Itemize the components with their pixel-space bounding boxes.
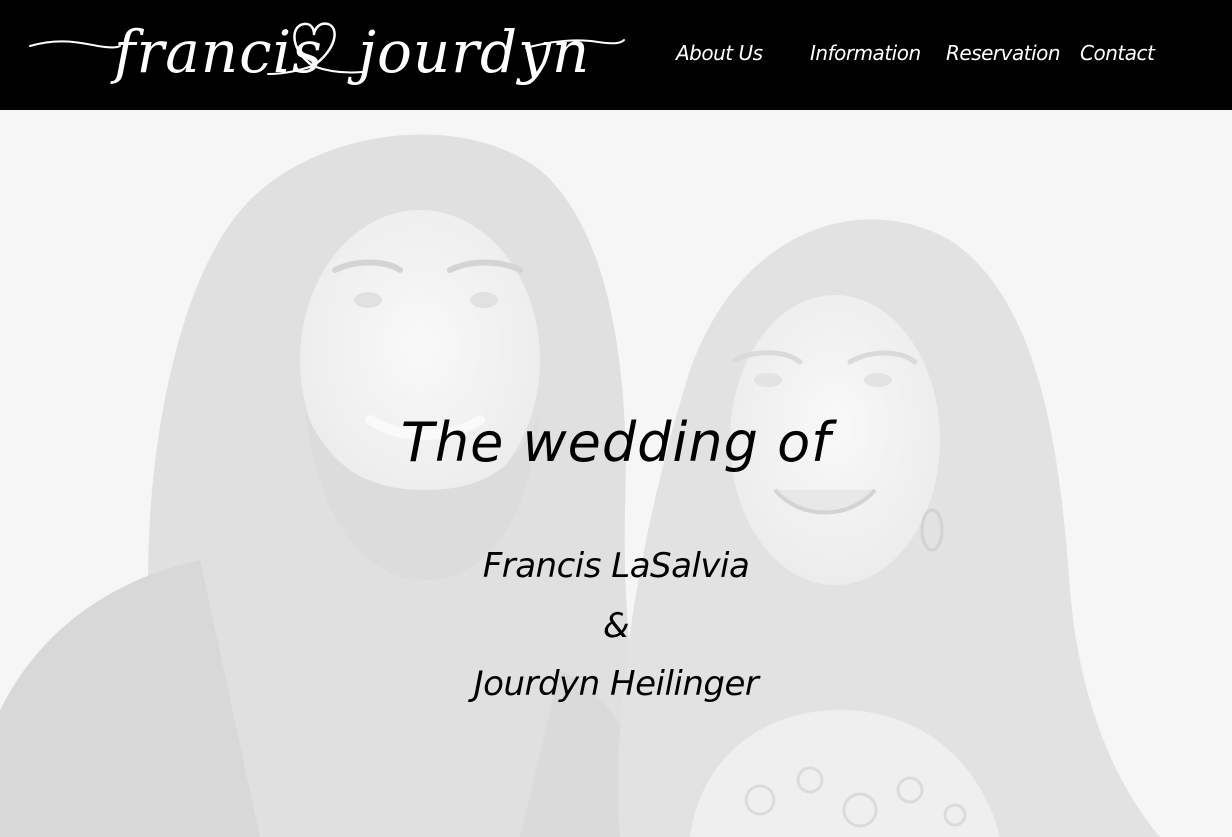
logo-text-left: francis <box>110 18 323 86</box>
site-header: francis jourdyn About Us Information Res… <box>0 0 1232 110</box>
logo-graphic: francis jourdyn <box>29 18 625 86</box>
site-logo[interactable]: francis jourdyn <box>28 8 628 104</box>
nav-link-about-us[interactable]: About Us <box>676 36 763 70</box>
hero-heading: The wedding of <box>400 411 832 474</box>
page: francis jourdyn About Us Information Res… <box>0 0 1232 837</box>
groom-name: Francis LaSalvia <box>482 546 750 586</box>
ampersand: & <box>602 606 630 646</box>
bride-name: Jourdyn Heilinger <box>473 664 759 704</box>
hero-section: The wedding of Francis LaSalvia & Jourdy… <box>0 110 1232 837</box>
nav-link-contact[interactable]: Contact <box>1080 36 1155 70</box>
nav-link-information[interactable]: Information <box>810 36 921 70</box>
nav-link-reservation[interactable]: Reservation <box>946 36 1061 70</box>
logo-text-right: jourdyn <box>347 18 590 86</box>
